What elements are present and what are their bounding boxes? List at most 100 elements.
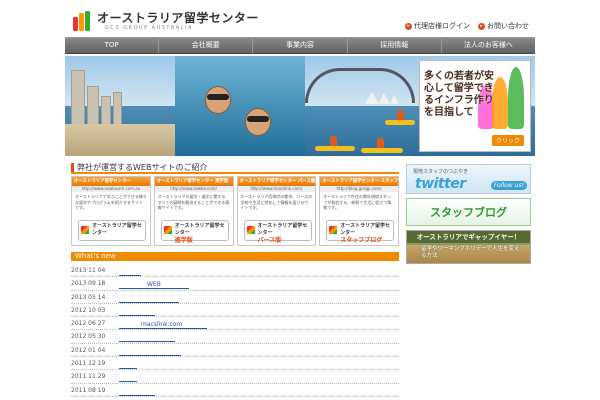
- logo[interactable]: オーストラリア留学センター GCS GROUP AUSTRALIA: [73, 9, 273, 33]
- logo-title: オーストラリア留学センター: [97, 10, 259, 25]
- nav-recruit[interactable]: 採用情報: [347, 38, 442, 53]
- site-card[interactable]: オーストラリア留学センター http://www.aswkwork.com.au…: [71, 176, 151, 246]
- news-link[interactable]: [119, 387, 155, 396]
- card-banner-label: オーストラリア留学センター: [340, 223, 391, 236]
- page: オーストラリア留学センター GCS GROUP AUSTRALIA ▸ 代理店様ロ…: [65, 0, 536, 400]
- card-banner[interactable]: オーストラリア留学センター 進学版: [160, 220, 229, 244]
- building: [71, 70, 85, 126]
- card-title: オーストラリア留学センター パース版: [237, 177, 316, 186]
- hero-banner: 多くの若者が安心して留学できるインフラ作りを目指して クリック: [65, 56, 535, 156]
- news-item: 2011 11 29: [71, 370, 399, 384]
- header-links: ▸ 代理店様ログイン ▸ お問い合わせ: [405, 21, 529, 31]
- news-date: 2013 05 14: [71, 293, 106, 301]
- agent-login-link[interactable]: ▸ 代理店様ログイン: [405, 21, 470, 31]
- news-item: 2012 01 04: [71, 344, 399, 358]
- card-description: オーストラリア西海岸の都市、パースの学校や生活に特化して情報を届けるサイトです。: [240, 194, 313, 210]
- news-date: 2012 10 03: [71, 306, 106, 314]
- card-description: オーストラリア在住の弊社現地スタッフが発信する、新鮮で生活に役立つ情報です。: [323, 194, 392, 210]
- twitter-banner[interactable]: 現地スタッフのつぶやき twitter Follow us!: [406, 164, 531, 194]
- news-link[interactable]: [119, 373, 137, 383]
- card-banner-label: オーストラリア留学センター: [257, 223, 308, 236]
- news-item: 2012 06 27 macslink.com: [71, 317, 399, 331]
- building: [101, 96, 111, 126]
- logo-mark-icon: [73, 11, 93, 31]
- gap-year-text: 留学やワーキングホリデーで人生を変える方法: [421, 246, 520, 259]
- promo-click-button[interactable]: クリック: [491, 135, 524, 146]
- site-card[interactable]: オーストラリア留学センター パース版 http://www.macslink.c…: [236, 176, 317, 246]
- news-link[interactable]: [119, 333, 175, 343]
- contact-label: お問い合わせ: [487, 22, 529, 30]
- twitter-logo: twitter: [415, 176, 466, 192]
- card-banner[interactable]: オーストラリア留学センター パース版: [243, 220, 312, 244]
- news-item: 2011 12 19: [71, 357, 399, 371]
- arrow-icon: ▸: [405, 22, 412, 30]
- news-item: 2012 10 03: [71, 304, 399, 318]
- whats-new-title: What's new: [71, 252, 399, 261]
- news-link[interactable]: [119, 347, 181, 356]
- kayak: [385, 120, 415, 125]
- agent-login-label: 代理店様ログイン: [414, 22, 470, 30]
- card-banner-tag: 進学版: [174, 237, 193, 244]
- card-title: オーストラリア留学センター: [72, 177, 150, 186]
- arrow-icon: ▸: [478, 22, 485, 30]
- student: [492, 77, 508, 129]
- news-date: 2013 09 18: [71, 280, 106, 288]
- nav-top[interactable]: TOP: [65, 38, 160, 53]
- news-date: 2013 11 04: [71, 267, 106, 274]
- site-cards: オーストラリア留学センター http://www.aswkwork.com.au…: [71, 176, 399, 246]
- card-banner[interactable]: オーストラリア留学センター: [78, 220, 146, 241]
- title-bar-icon: [71, 163, 74, 172]
- contact-link[interactable]: ▸ お問い合わせ: [478, 21, 529, 31]
- gap-year-title: オーストラリアでギャップイヤー！: [407, 231, 530, 243]
- card-title: オーストラリア留学センター 進学版: [154, 177, 233, 186]
- kayak: [361, 148, 403, 153]
- sidebar: 現地スタッフのつぶやき twitter Follow us! スタッフブログ オ…: [406, 164, 531, 264]
- twitter-follow-label: Follow us!: [490, 181, 527, 190]
- news-date: 2012 05 30: [71, 333, 106, 341]
- nav-company[interactable]: 会社概要: [159, 38, 254, 53]
- news-link[interactable]: [119, 360, 137, 370]
- news-list: 2013 11 04 2013 09 18 WEB 2013 05 14 2012…: [71, 264, 399, 397]
- site-card[interactable]: オーストラリア留学センター スタッフブログ http://blog.gcsgp.…: [319, 176, 399, 246]
- logo-mark-icon: [329, 226, 338, 234]
- diver: [245, 108, 271, 136]
- divers-photo: [175, 56, 305, 156]
- card-banner-tag: スタッフブログ: [340, 237, 383, 244]
- news-link[interactable]: WEB: [119, 280, 189, 290]
- nav-business[interactable]: 事業内容: [253, 38, 348, 53]
- news-item: 2013 11 04: [71, 264, 399, 278]
- card-banner[interactable]: オーストラリア留学センター スタッフブログ: [326, 220, 395, 244]
- staff-blog-banner[interactable]: スタッフブログ: [406, 198, 531, 226]
- news-item: 2013 05 14: [71, 291, 399, 304]
- news-link[interactable]: [119, 294, 179, 303]
- main-nav: TOP 会社概要 事業内容 採用情報 法人のお客様へ: [65, 37, 536, 54]
- logo-mark-icon: [246, 226, 255, 234]
- news-link[interactable]: macslink.com: [119, 320, 207, 330]
- news-date: 2011 12 19: [71, 360, 106, 368]
- nav-corporate[interactable]: 法人のお客様へ: [441, 38, 536, 53]
- card-banner-tag: パース版: [257, 237, 282, 244]
- site-card[interactable]: オーストラリア留学センター 進学版 http://www.aswka.com/ …: [153, 176, 234, 246]
- dive-mask: [207, 94, 229, 100]
- twitter-caption: 現地スタッフのつぶやき: [413, 169, 469, 175]
- student: [508, 67, 524, 129]
- gap-year-banner[interactable]: オーストラリアでギャップイヤー！ 留学やワーキングホリデーで人生を変える方法: [406, 230, 531, 264]
- news-link[interactable]: [119, 267, 141, 276]
- kayak: [315, 146, 355, 151]
- news-date: 2011 08 19: [71, 386, 106, 394]
- card-banner-label: オーストラリア留学センター: [92, 223, 142, 236]
- news-item: 2012 05 30: [71, 330, 399, 344]
- news-item: 2013 09 18 WEB: [71, 277, 399, 291]
- logo-mark-icon: [163, 226, 172, 234]
- kayaker: [397, 110, 404, 120]
- card-title: オーストラリア留学センター スタッフブログ: [320, 177, 398, 186]
- news-date: 2011 11 29: [71, 373, 106, 381]
- logo-subtitle: GCS GROUP AUSTRALIA: [105, 24, 193, 31]
- news-link[interactable]: [119, 307, 155, 316]
- card-url[interactable]: http://www.aswkwork.com.au: [72, 186, 150, 192]
- promo-box[interactable]: 多くの若者が安心して留学できるインフラ作りを目指して クリック: [419, 60, 531, 152]
- divider: [71, 172, 399, 174]
- beach: [65, 124, 175, 156]
- card-description: オーストラリアで学ぶことができる様々な留学やプログラムを紹介するサイトです。: [75, 194, 147, 210]
- building: [113, 92, 122, 126]
